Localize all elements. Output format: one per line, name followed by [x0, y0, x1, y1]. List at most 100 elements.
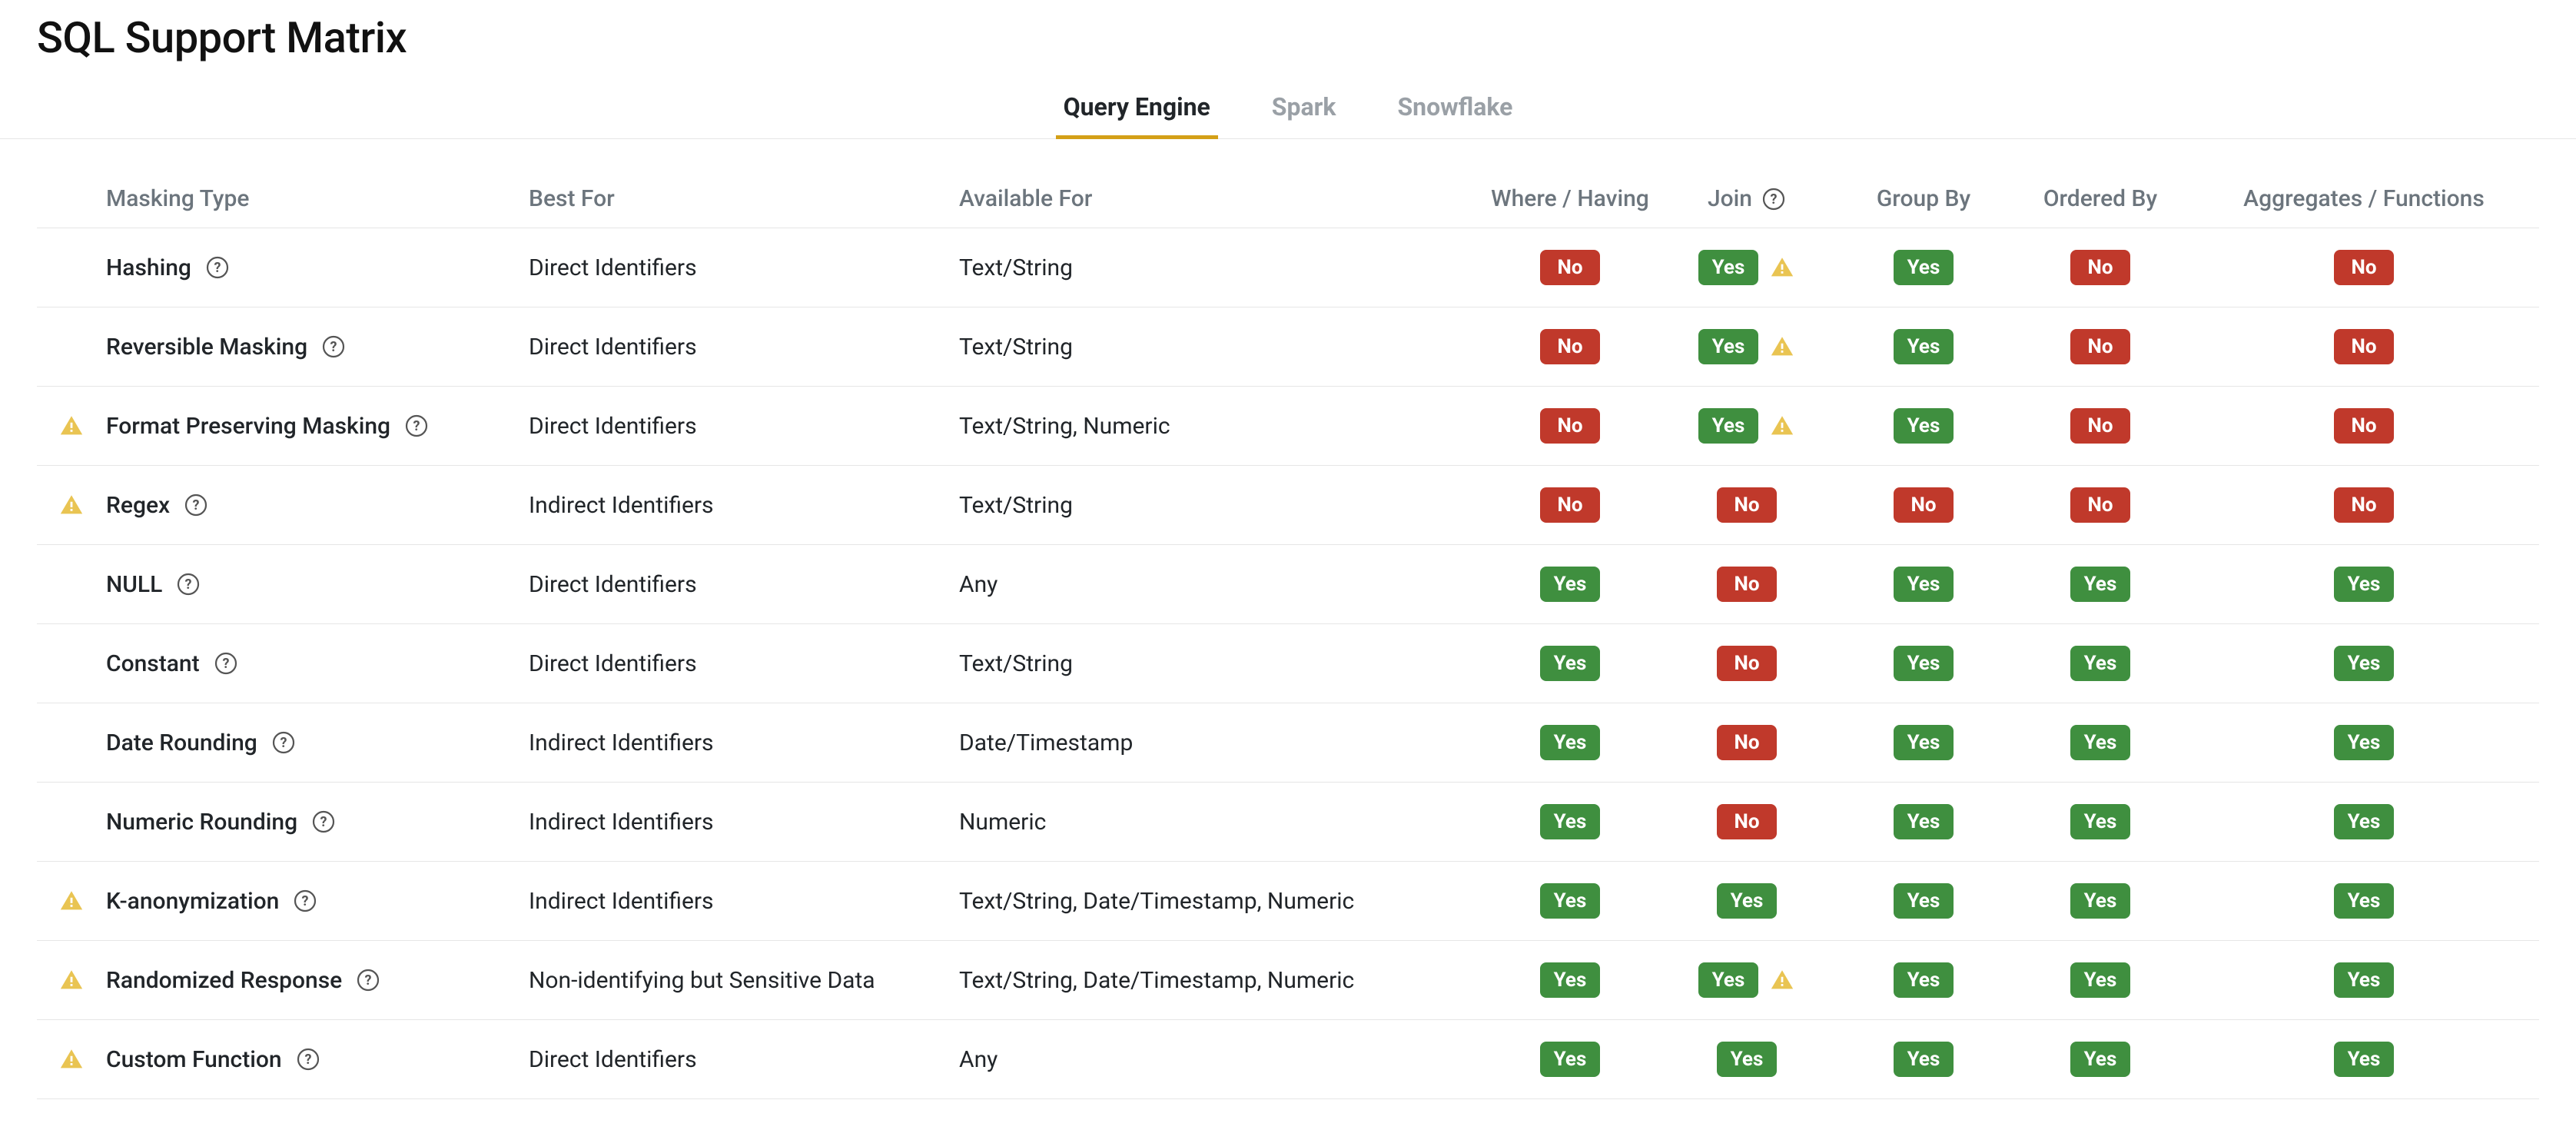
join-cell: No: [1658, 567, 1835, 602]
join-cell: No: [1658, 646, 1835, 681]
status-badge: No: [2070, 487, 2130, 523]
tab-snowflake[interactable]: Snowflake: [1389, 78, 1520, 139]
best-for-cell: Direct Identifiers: [529, 254, 959, 281]
svg-text:?: ?: [330, 339, 337, 355]
status-badge: No: [2334, 250, 2394, 285]
help-icon[interactable]: ?: [293, 889, 317, 913]
svg-text:?: ?: [1771, 191, 1778, 208]
masking-type-label: Reversible Masking: [106, 334, 307, 361]
status-badge: Yes: [1698, 962, 1758, 998]
status-badge: No: [1717, 725, 1777, 760]
svg-text:?: ?: [214, 260, 221, 276]
agg-cell: No: [2189, 487, 2539, 523]
group-cell: Yes: [1835, 250, 2012, 285]
table-row: Constant?Direct IdentifiersText/StringYe…: [37, 623, 2539, 703]
status-badge: No: [2334, 408, 2394, 444]
join-cell: No: [1658, 487, 1835, 523]
svg-text:?: ?: [320, 814, 327, 830]
table-row: K-anonymization?Indirect IdentifiersText…: [37, 861, 2539, 940]
order-cell: No: [2012, 329, 2189, 364]
help-icon[interactable]: ?: [296, 1047, 320, 1072]
status-badge: Yes: [1698, 250, 1758, 285]
available-for-cell: Date/Timestamp: [959, 730, 1482, 756]
help-icon[interactable]: ?: [205, 255, 230, 280]
masking-type-label: Custom Function: [106, 1046, 282, 1073]
tab-query-engine[interactable]: Query Engine: [1056, 78, 1218, 139]
help-icon[interactable]: ?: [1761, 187, 1786, 211]
join-cell: Yes: [1658, 883, 1835, 919]
row-warn: [37, 413, 106, 439]
col-best-for: Best For: [529, 185, 959, 212]
masking-type-cell: K-anonymization?: [106, 888, 529, 915]
order-cell: Yes: [2012, 1042, 2189, 1077]
help-icon[interactable]: ?: [184, 493, 208, 517]
help-icon[interactable]: ?: [176, 572, 201, 597]
warning-icon: [1769, 413, 1795, 439]
join-cell: Yes: [1658, 1042, 1835, 1077]
best-for-cell: Direct Identifiers: [529, 571, 959, 598]
best-for-cell: Non-identifying but Sensitive Data: [529, 967, 959, 994]
svg-text:?: ?: [222, 656, 229, 672]
join-cell: No: [1658, 804, 1835, 839]
help-icon[interactable]: ?: [214, 651, 238, 676]
agg-cell: No: [2189, 250, 2539, 285]
masking-type-cell: Regex?: [106, 492, 529, 519]
status-badge: No: [1540, 487, 1600, 523]
agg-cell: Yes: [2189, 725, 2539, 760]
group-cell: Yes: [1835, 408, 2012, 444]
help-icon[interactable]: ?: [356, 968, 380, 992]
masking-type-label: K-anonymization: [106, 888, 279, 915]
masking-type-cell: Hashing?: [106, 254, 529, 281]
row-warn: [37, 492, 106, 518]
masking-type-cell: NULL?: [106, 571, 529, 598]
status-badge: Yes: [2334, 804, 2394, 839]
masking-type-label: Date Rounding: [106, 730, 257, 756]
status-badge: Yes: [1717, 883, 1777, 919]
available-for-cell: Any: [959, 1046, 1482, 1073]
where-cell: Yes: [1482, 883, 1658, 919]
status-badge: Yes: [1717, 1042, 1777, 1077]
status-badge: Yes: [1540, 1042, 1600, 1077]
join-cell: No: [1658, 725, 1835, 760]
status-badge: No: [1717, 487, 1777, 523]
status-badge: Yes: [1894, 567, 1954, 602]
masking-type-label: NULL: [106, 571, 162, 598]
status-badge: Yes: [2334, 962, 2394, 998]
masking-type-cell: Numeric Rounding?: [106, 809, 529, 836]
best-for-cell: Indirect Identifiers: [529, 809, 959, 836]
masking-type-cell: Custom Function?: [106, 1046, 529, 1073]
table-header-row: Masking Type Best For Available For Wher…: [37, 170, 2539, 228]
help-icon[interactable]: ?: [321, 334, 346, 359]
status-badge: Yes: [2070, 725, 2130, 760]
table-row: Format Preserving Masking?Direct Identif…: [37, 386, 2539, 465]
best-for-cell: Indirect Identifiers: [529, 888, 959, 915]
status-badge: Yes: [1540, 567, 1600, 602]
status-badge: Yes: [1540, 962, 1600, 998]
where-cell: Yes: [1482, 646, 1658, 681]
agg-cell: Yes: [2189, 567, 2539, 602]
order-cell: Yes: [2012, 567, 2189, 602]
available-for-cell: Text/String: [959, 650, 1482, 677]
group-cell: Yes: [1835, 725, 2012, 760]
group-cell: Yes: [1835, 567, 2012, 602]
warning-icon: [58, 492, 85, 518]
best-for-cell: Indirect Identifiers: [529, 492, 959, 519]
status-badge: No: [1717, 646, 1777, 681]
help-icon[interactable]: ?: [311, 809, 336, 834]
table-row: Numeric Rounding?Indirect IdentifiersNum…: [37, 782, 2539, 861]
status-badge: Yes: [2070, 567, 2130, 602]
svg-text:?: ?: [413, 418, 420, 434]
status-badge: Yes: [2070, 883, 2130, 919]
help-icon[interactable]: ?: [271, 730, 296, 755]
agg-cell: Yes: [2189, 962, 2539, 998]
status-badge: Yes: [2334, 725, 2394, 760]
warning-icon: [1769, 334, 1795, 360]
warning-icon: [1769, 967, 1795, 993]
help-icon[interactable]: ?: [404, 414, 429, 438]
tab-spark[interactable]: Spark: [1264, 78, 1344, 139]
status-badge: Yes: [1540, 804, 1600, 839]
masking-type-cell: Constant?: [106, 650, 529, 677]
svg-text:?: ?: [193, 497, 200, 513]
status-badge: Yes: [1894, 1042, 1954, 1077]
where-cell: No: [1482, 487, 1658, 523]
